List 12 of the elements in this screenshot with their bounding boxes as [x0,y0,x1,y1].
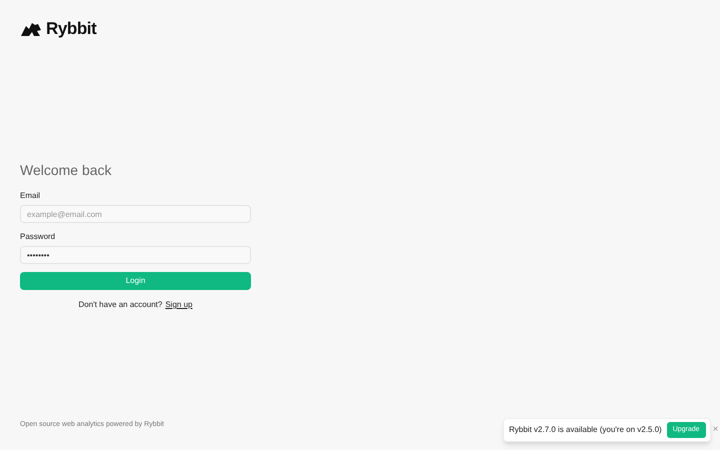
form-heading: Welcome back [20,161,113,180]
brand-name: Rybbit [46,18,96,40]
field-label: Password [20,231,56,243]
login-button[interactable]: Login [20,272,251,290]
field-label: Email [20,190,42,202]
signup-prompt: Don't have an account? [78,299,162,311]
close-button[interactable]: × [712,425,718,435]
logo-icon [20,21,42,37]
input-field[interactable]: •••••••• [20,246,251,264]
input-field[interactable]: example@email.com [20,205,251,223]
toast-message: Rybbit v2.7.0 is available (you're on v2.5.0) [509,424,662,436]
signup-link[interactable]: Sign up [165,299,192,311]
